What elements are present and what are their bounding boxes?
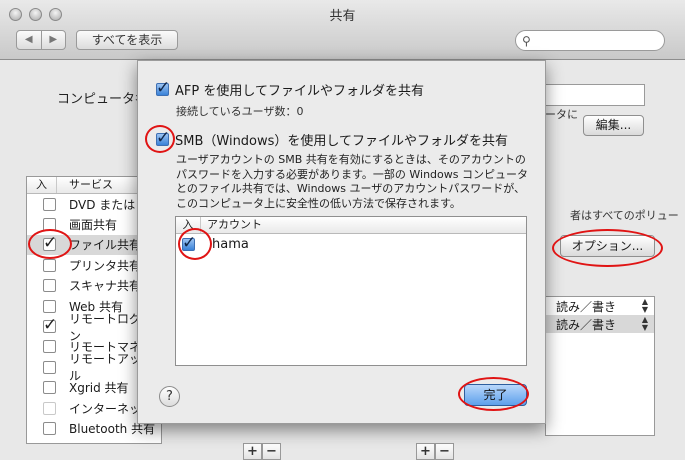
smb-label: SMB（Windows）を使用してファイルやフォルダを共有: [175, 134, 509, 149]
services-name-column: サービス: [69, 178, 113, 191]
smb-option[interactable]: SMB（Windows）を使用してファイルやフォルダを共有: [156, 128, 509, 149]
nav-back-forward: ◀ ▶: [16, 30, 66, 50]
service-label: Xgrid 共有: [69, 381, 129, 396]
account-name: hama: [212, 236, 249, 252]
up-down-arrows-icon[interactable]: ▲ ▼: [642, 316, 648, 332]
service-checkbox[interactable]: [43, 360, 56, 374]
folders-add-remove: + −: [243, 443, 281, 460]
back-arrow-icon[interactable]: ◀: [17, 31, 42, 49]
toolbar: 共有 ◀ ▶ すべてを表示 ⚲: [0, 0, 685, 60]
accounts-list: 入 アカウント hama: [175, 216, 527, 366]
access-text: 者はすべてのポリュー: [570, 209, 679, 222]
service-checkbox[interactable]: [43, 401, 56, 415]
help-button[interactable]: ?: [159, 386, 180, 407]
account-checkbox[interactable]: [182, 233, 196, 253]
remove-folder-button[interactable]: −: [262, 443, 281, 460]
service-checkbox[interactable]: [43, 315, 57, 335]
service-label: プリンタ共有: [69, 258, 142, 273]
permission-value: 読み／書き: [556, 299, 617, 314]
remove-user-button[interactable]: −: [435, 443, 454, 460]
permission-row[interactable]: 読み／書き ▲ ▼: [546, 315, 654, 333]
search-input[interactable]: ⚲: [515, 30, 665, 51]
service-label: 画面共有: [69, 218, 118, 233]
add-folder-button[interactable]: +: [243, 443, 262, 460]
service-label: ファイル共有: [69, 238, 142, 253]
done-button[interactable]: 完了: [464, 384, 527, 406]
search-icon: ⚲: [522, 34, 531, 48]
service-checkbox[interactable]: [43, 258, 56, 272]
connected-users-label: 接続しているユーザ数：0: [176, 105, 304, 118]
afp-label: AFP を使用してファイルやフォルダを共有: [175, 84, 424, 99]
service-checkbox[interactable]: [43, 421, 56, 435]
service-checkbox[interactable]: [43, 299, 56, 313]
afp-option[interactable]: AFP を使用してファイルやフォルダを共有: [156, 78, 424, 99]
smb-description: ユーザアカウントの SMB 共有を有効にするときは、そのアカウントのパスワードを…: [176, 153, 528, 210]
service-checkbox[interactable]: [43, 233, 57, 253]
service-checkbox[interactable]: [43, 381, 56, 395]
computer-note: ータに: [545, 108, 578, 121]
sharing-window: 共有 ◀ ▶ すべてを表示 ⚲ コンピュータ名 ータに 編集... 入 サービス…: [0, 0, 685, 460]
computer-name-field[interactable]: [545, 84, 645, 106]
add-user-button[interactable]: +: [416, 443, 435, 460]
account-row[interactable]: hama: [176, 233, 526, 254]
service-label: DVD または: [69, 197, 136, 212]
afp-checkbox[interactable]: [156, 78, 170, 98]
smb-checkbox[interactable]: [156, 128, 170, 148]
service-checkbox[interactable]: [43, 279, 56, 293]
service-checkbox[interactable]: [43, 340, 56, 354]
permission-row[interactable]: 読み／書き ▲ ▼: [546, 297, 654, 315]
accounts-header: 入 アカウント: [176, 217, 526, 234]
service-checkbox[interactable]: [43, 218, 56, 232]
services-on-column: 入: [27, 177, 57, 193]
forward-arrow-icon[interactable]: ▶: [42, 31, 66, 49]
options-button[interactable]: オプション...: [560, 235, 655, 257]
permission-value: 読み／書き: [556, 317, 617, 332]
up-down-arrows-icon[interactable]: ▲ ▼: [642, 298, 648, 314]
show-all-button[interactable]: すべてを表示: [76, 30, 178, 50]
accounts-name-column: アカウント: [207, 218, 262, 231]
edit-button[interactable]: 編集...: [583, 115, 644, 136]
window-title: 共有: [329, 9, 356, 24]
permissions-list: 読み／書き ▲ ▼ 読み／書き ▲ ▼: [545, 296, 655, 436]
service-checkbox[interactable]: [43, 197, 56, 211]
accounts-on-column: 入: [176, 217, 201, 233]
users-add-remove: + −: [416, 443, 454, 460]
service-label: スキャナ共有: [69, 279, 142, 294]
computer-name-label: コンピュータ名: [57, 92, 149, 107]
options-sheet: AFP を使用してファイルやフォルダを共有 接続しているユーザ数：0 SMB（W…: [137, 60, 546, 424]
